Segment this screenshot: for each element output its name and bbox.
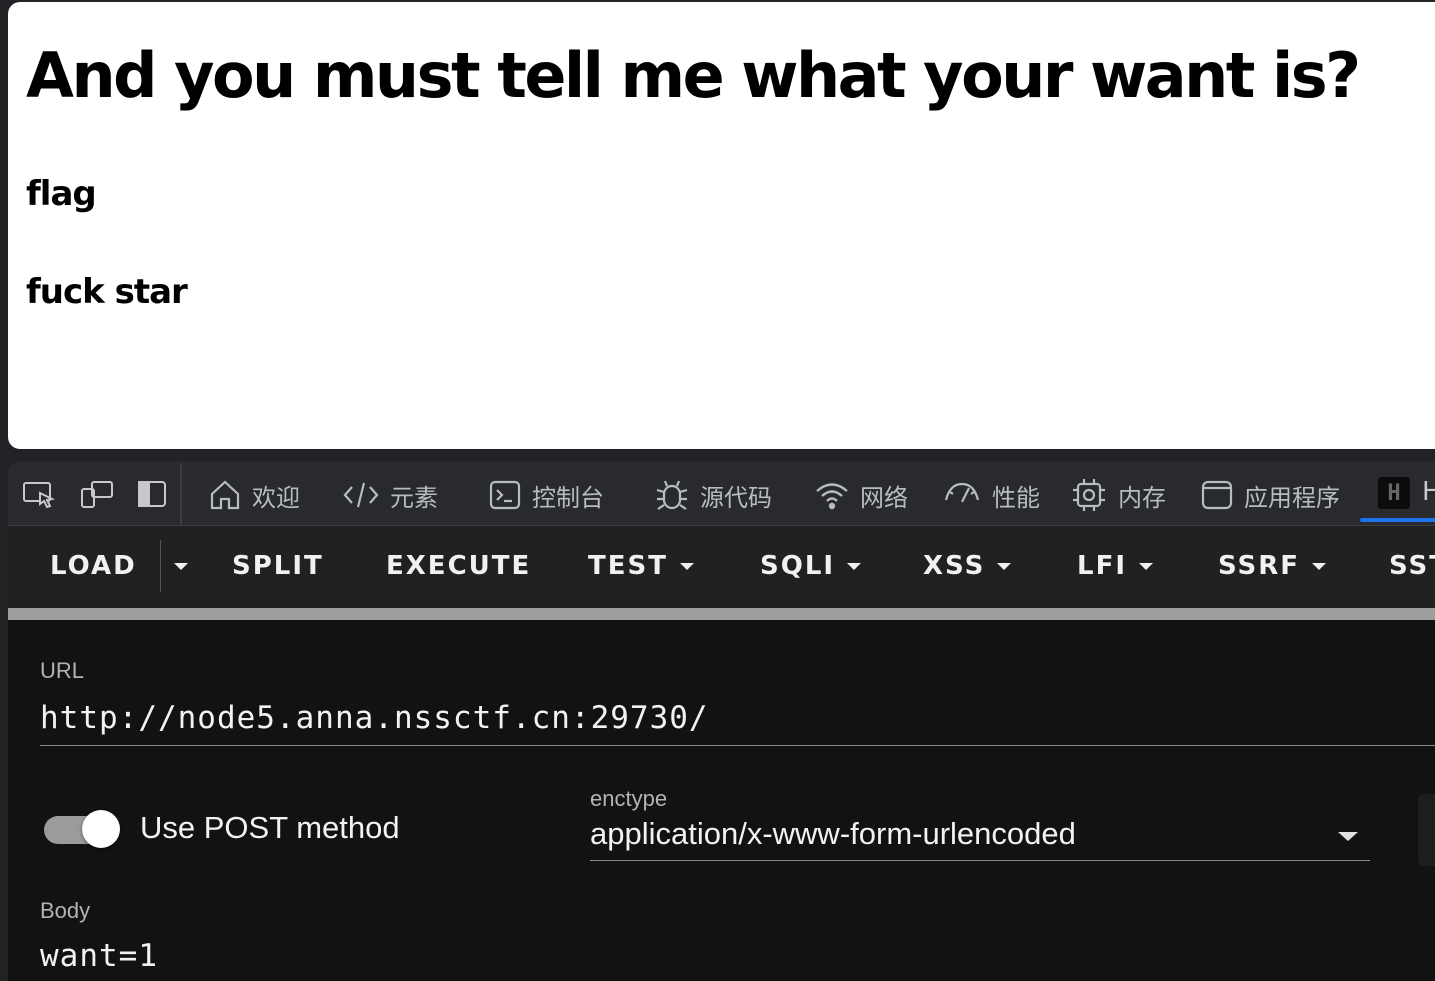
execute-button[interactable]: EXECUTE <box>386 546 531 586</box>
tab-memory[interactable]: 内存 <box>1070 475 1166 515</box>
chevron-down-icon <box>174 562 188 570</box>
chip-icon <box>1073 479 1105 511</box>
enctype-value: application/x-www-form-urlencoded <box>590 816 1076 851</box>
side-button[interactable] <box>1418 794 1435 866</box>
active-tab-indicator <box>1360 518 1435 522</box>
lfi-button-label: LFI <box>1077 551 1128 581</box>
url-input-underline <box>40 745 1435 746</box>
bug-icon <box>656 480 688 510</box>
hackbar-tab-icon[interactable]: H <box>1378 477 1410 509</box>
load-button[interactable]: LOAD <box>50 546 137 586</box>
tab-elements[interactable]: 元素 <box>342 475 438 515</box>
tab-label: 应用程序 <box>1244 483 1340 512</box>
toggle-thumb <box>82 810 120 848</box>
page-text-fuck-star: fuck star <box>26 272 188 312</box>
code-icon <box>343 482 379 508</box>
web-page-content: And you must tell me what your want is? … <box>8 2 1435 449</box>
ssti-button-label: SST <box>1389 551 1435 581</box>
split-button[interactable]: SPLIT <box>232 546 324 586</box>
body-label: Body <box>40 898 91 923</box>
hackbar-toolbar: LOAD SPLIT EXECUTE TEST SQLI XSS LFI SSR… <box>8 526 1435 608</box>
chevron-down-icon <box>1139 562 1154 570</box>
window-icon <box>1201 480 1233 510</box>
tab-console[interactable]: 控制台 <box>488 475 604 515</box>
devtools-tab-bar: 欢迎 元素 控制台 源代码 网络 性能 内存 应用程序 H H <box>8 461 1435 526</box>
xss-button-label: XSS <box>923 551 986 581</box>
tab-sources[interactable]: 源代码 <box>654 475 772 515</box>
console-icon <box>489 480 521 510</box>
execute-button-label: EXECUTE <box>386 551 532 581</box>
chevron-down-icon <box>679 562 694 570</box>
sqli-button-label: SQLI <box>760 551 836 581</box>
chevron-down-icon <box>1312 562 1327 570</box>
ssti-menu-button[interactable]: SST <box>1389 546 1435 586</box>
url-input[interactable]: http://node5.anna.nssctf.cn:29730/ <box>40 700 709 736</box>
page-heading: And you must tell me what your want is? <box>26 39 1361 112</box>
toolbar-separator <box>160 540 161 592</box>
tab-welcome[interactable]: 欢迎 <box>208 475 300 515</box>
devtools-panel: 欢迎 元素 控制台 源代码 网络 性能 内存 应用程序 H H LOAD SPL… <box>8 461 1435 981</box>
tab-application[interactable]: 应用程序 <box>1200 475 1340 515</box>
inspect-element-icon[interactable] <box>22 479 56 509</box>
split-button-label: SPLIT <box>232 551 324 581</box>
test-menu-button[interactable]: TEST <box>588 546 694 586</box>
sqli-menu-button[interactable]: SQLI <box>760 546 862 586</box>
device-emulation-icon[interactable] <box>80 479 114 509</box>
page-text-flag: flag <box>26 174 97 214</box>
gauge-icon <box>944 482 980 503</box>
url-label: URL <box>40 658 85 683</box>
chevron-down-icon <box>847 562 862 570</box>
chevron-down-icon <box>997 562 1012 570</box>
lfi-menu-button[interactable]: LFI <box>1077 546 1154 586</box>
ssrf-menu-button[interactable]: SSRF <box>1218 546 1327 586</box>
tab-network[interactable]: 网络 <box>814 475 908 515</box>
chevron-down-icon <box>1338 832 1358 841</box>
devtools-separator <box>180 463 182 525</box>
enctype-select[interactable]: application/x-www-form-urlencoded <box>590 816 1370 861</box>
tab-hackbar-label[interactable]: H <box>1422 477 1435 507</box>
test-button-label: TEST <box>588 551 668 581</box>
load-button-label: LOAD <box>50 551 137 581</box>
enctype-label: enctype <box>590 786 668 811</box>
tab-label: 网络 <box>860 483 908 512</box>
body-input[interactable]: want=1 <box>40 938 158 974</box>
hackbar-form: URL http://node5.anna.nssctf.cn:29730/ U… <box>8 620 1435 981</box>
load-dropdown-button[interactable] <box>162 546 188 586</box>
home-icon <box>210 480 240 510</box>
tab-performance[interactable]: 性能 <box>942 475 1040 515</box>
tab-label: 元素 <box>390 483 438 512</box>
tab-label: 控制台 <box>532 483 604 512</box>
tab-label: 性能 <box>992 483 1040 512</box>
tab-label: 内存 <box>1118 483 1166 512</box>
wifi-icon <box>816 483 848 510</box>
toolbar-scrollbar[interactable] <box>8 608 1435 620</box>
post-method-toggle[interactable] <box>44 810 120 848</box>
tab-label: 欢迎 <box>252 483 300 512</box>
dock-side-icon[interactable] <box>136 479 170 509</box>
xss-menu-button[interactable]: XSS <box>923 546 1012 586</box>
post-method-label: Use POST method <box>140 810 400 845</box>
tab-label: 源代码 <box>700 483 772 512</box>
ssrf-button-label: SSRF <box>1218 551 1301 581</box>
